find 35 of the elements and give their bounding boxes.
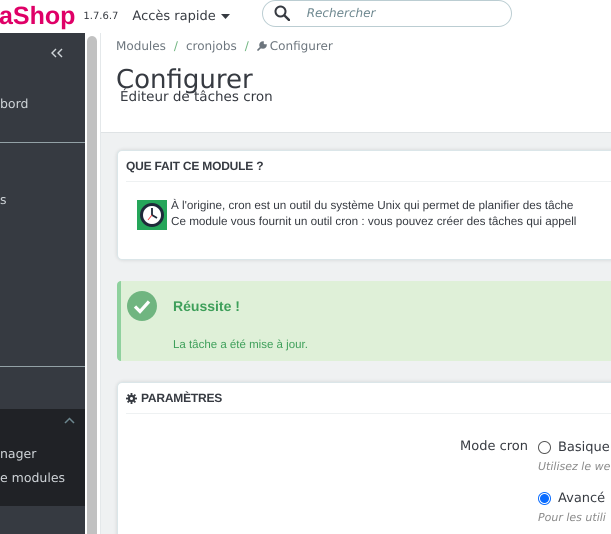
radio-button[interactable]	[538, 440, 551, 454]
description-text: Ce module vous fournit un outil cron : vous pouvez créer des tâches qui appell	[171, 214, 576, 230]
breadcrumb-separator: /	[174, 39, 178, 53]
search-icon	[274, 4, 290, 20]
radio-label[interactable]: Basique	[558, 440, 610, 454]
submenu-item[interactable]: nager	[0, 446, 36, 461]
sidebar-item[interactable]: bord	[0, 96, 28, 111]
help-text: Pour les utili	[538, 511, 607, 524]
sidebar-item[interactable]: s	[0, 192, 7, 207]
panel-heading: PARAMÈTRES	[141, 391, 222, 405]
gear-icon	[126, 392, 137, 404]
version-text: 1.7.6.7	[83, 11, 118, 22]
check-circle-icon	[127, 291, 157, 321]
field-label: Mode cron	[459, 438, 529, 456]
clock-icon	[137, 200, 167, 230]
logo-text: aShop	[0, 2, 76, 31]
collapse-icon[interactable]	[51, 48, 63, 58]
description-text: À l'origine, cron est un outil du système Unix qui permet de planifier des tâche	[171, 198, 574, 214]
panel-heading: QUE FAIT CE MODULE ?	[126, 159, 264, 173]
chevron-icon[interactable]	[64, 417, 75, 424]
quick-access-button[interactable]: Accès rapide	[128, 9, 234, 24]
breadcrumb-link[interactable]: Configurer	[270, 39, 333, 53]
radio-button[interactable]	[538, 492, 551, 504]
scrollbar[interactable]	[86, 36, 96, 534]
help-text: Utilisez le we	[538, 460, 610, 473]
breadcrumb-link[interactable]: Modules	[116, 39, 166, 53]
submenu-item[interactable]: e modules	[0, 470, 66, 485]
wrench-icon	[256, 41, 267, 51]
radio-label[interactable]: Avancé	[558, 490, 606, 506]
alert-message: La tâche a été mise à jour.	[173, 339, 309, 351]
alert-title: Réussite !	[173, 298, 240, 314]
breadcrumb-separator: /	[244, 39, 249, 53]
search-field[interactable]: Rechercher	[262, 0, 512, 26]
breadcrumb-link[interactable]: cronjobs	[186, 39, 237, 53]
caret-icon	[220, 14, 230, 19]
